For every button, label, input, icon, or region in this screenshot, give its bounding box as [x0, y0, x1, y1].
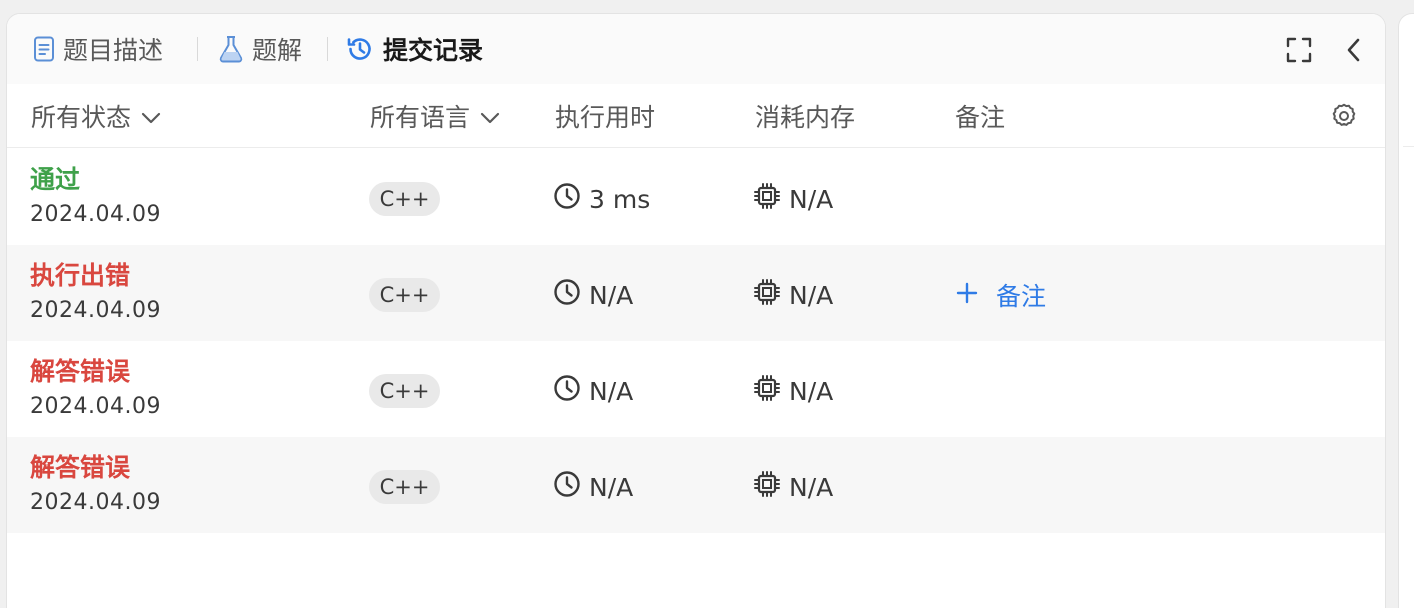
memory-cell: N/A	[753, 374, 833, 408]
submission-status: 解答错误	[30, 453, 131, 482]
memory-value: N/A	[789, 184, 834, 214]
settings-gear-icon[interactable]	[1330, 102, 1358, 130]
submission-status-link[interactable]: 通过 2024.04.09	[30, 163, 161, 233]
submission-status-link[interactable]: 解答错误 2024.04.09	[30, 355, 161, 425]
chip-icon	[753, 278, 781, 312]
submission-row[interactable]: 解答错误 2024.04.09 C++ N/A N/A	[7, 437, 1385, 533]
clock-icon	[553, 278, 581, 312]
memory-cell: N/A	[753, 278, 833, 312]
submission-status: 执行出错	[30, 261, 131, 290]
submission-date: 2024.04.09	[30, 202, 161, 227]
add-note-button[interactable]: 备注	[956, 275, 1046, 315]
status-filter-dropdown[interactable]: 所有状态	[31, 84, 161, 148]
tab-divider	[327, 37, 328, 61]
memory-header-label: 消耗内存	[755, 103, 856, 132]
chip-icon	[753, 470, 781, 504]
tab-description[interactable]: 题目描述	[33, 14, 163, 84]
runtime-value: 3 ms	[589, 184, 651, 214]
memory-column-header: 消耗内存	[755, 84, 855, 148]
tab-solutions-label: 题解	[252, 36, 303, 65]
memory-cell: N/A	[753, 470, 833, 504]
chevron-down-icon	[480, 102, 500, 131]
notes-column-header: 备注	[955, 84, 1005, 148]
runtime-cell: N/A	[553, 374, 633, 408]
memory-cell: N/A	[753, 182, 833, 216]
runtime-cell: N/A	[553, 470, 633, 504]
language-badge: C++	[369, 182, 440, 216]
tab-description-label: 题目描述	[63, 36, 164, 65]
fullscreen-icon[interactable]	[1285, 36, 1313, 64]
history-icon	[345, 34, 375, 64]
runtime-column-header: 执行用时	[555, 84, 655, 148]
language-badge: C++	[369, 278, 440, 312]
plus-icon	[956, 281, 978, 310]
chevron-left-icon[interactable]	[1340, 36, 1368, 64]
memory-value: N/A	[789, 376, 834, 406]
tab-bar: 题目描述 题解 提交记录	[7, 14, 1385, 84]
tab-divider	[197, 37, 198, 61]
document-icon	[33, 36, 55, 62]
flask-icon	[218, 35, 244, 63]
chip-icon	[753, 182, 781, 216]
clock-icon	[553, 374, 581, 408]
submission-status-link[interactable]: 执行出错 2024.04.09	[30, 259, 161, 329]
chevron-down-icon	[141, 102, 161, 131]
runtime-cell: N/A	[553, 278, 633, 312]
memory-value: N/A	[789, 280, 834, 310]
submissions-panel: 题目描述 题解 提交记录 所有状态 所有语言 执行用时 消耗内存 备注 通过 2…	[6, 13, 1386, 608]
add-note-label: 备注	[996, 282, 1047, 311]
language-filter-dropdown[interactable]: 所有语言	[370, 84, 500, 148]
runtime-value: N/A	[589, 472, 634, 502]
clock-icon	[553, 182, 581, 216]
submission-date: 2024.04.09	[30, 298, 161, 323]
language-filter-label: 所有语言	[370, 103, 471, 132]
submission-date: 2024.04.09	[30, 394, 161, 419]
notes-header-label: 备注	[955, 103, 1006, 132]
chip-icon	[753, 374, 781, 408]
language-badge: C++	[369, 470, 440, 504]
adjacent-panel-edge	[1398, 13, 1414, 608]
tab-submissions[interactable]: 提交记录	[345, 14, 483, 84]
memory-value: N/A	[789, 472, 834, 502]
submission-row[interactable]: 执行出错 2024.04.09 C++ N/A N/A 备注	[7, 245, 1385, 341]
tab-solutions[interactable]: 题解	[218, 14, 302, 84]
runtime-cell: 3 ms	[553, 182, 650, 216]
clock-icon	[553, 470, 581, 504]
submission-row[interactable]: 解答错误 2024.04.09 C++ N/A N/A	[7, 341, 1385, 437]
submission-date: 2024.04.09	[30, 490, 161, 515]
runtime-header-label: 执行用时	[555, 103, 656, 132]
status-filter-label: 所有状态	[31, 103, 132, 132]
submission-status-link[interactable]: 解答错误 2024.04.09	[30, 451, 161, 521]
table-header: 所有状态 所有语言 执行用时 消耗内存 备注	[7, 84, 1385, 148]
submission-status: 通过	[30, 165, 81, 194]
tab-submissions-label: 提交记录	[383, 36, 484, 65]
runtime-value: N/A	[589, 280, 634, 310]
runtime-value: N/A	[589, 376, 634, 406]
language-badge: C++	[369, 374, 440, 408]
submission-status: 解答错误	[30, 357, 131, 386]
submission-row[interactable]: 通过 2024.04.09 C++ 3 ms N/A	[7, 149, 1385, 245]
